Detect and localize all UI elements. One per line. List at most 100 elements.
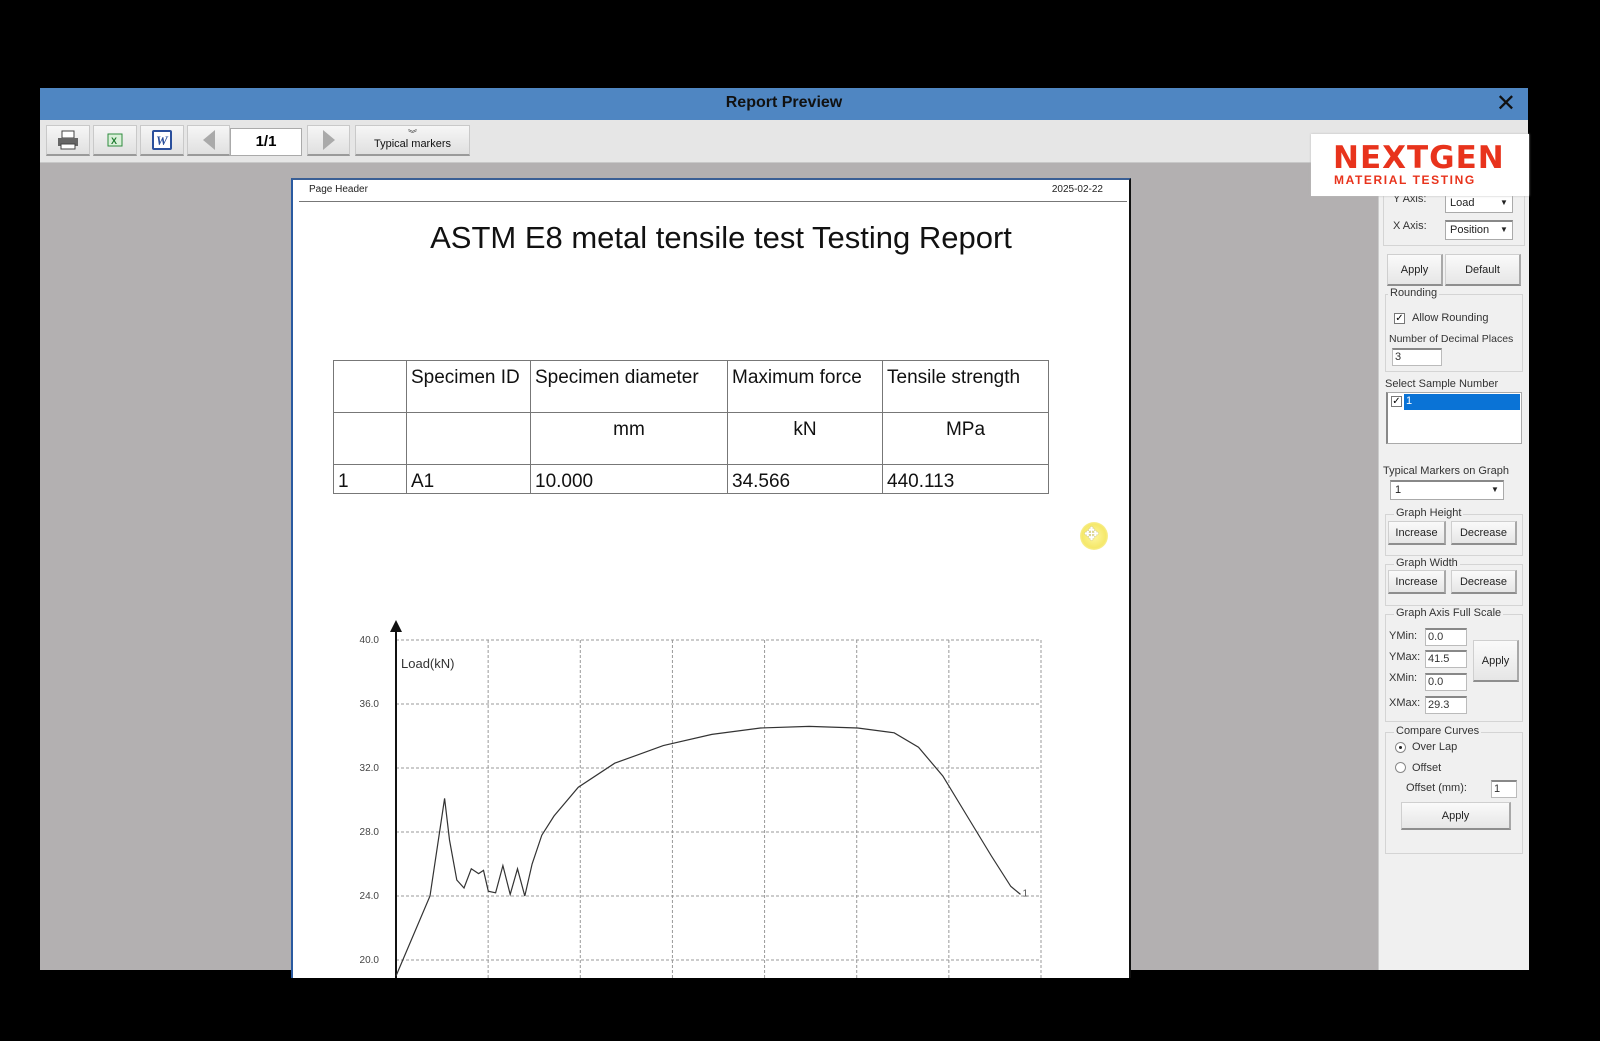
- typical-markers-graph-label: Typical Markers on Graph: [1383, 465, 1509, 477]
- page-indicator[interactable]: 1/1: [230, 128, 302, 156]
- ymax-label: YMax:: [1389, 651, 1421, 663]
- y-tick-label: 32.0: [360, 763, 380, 774]
- default-button[interactable]: Default: [1445, 254, 1521, 286]
- prev-page-icon: [202, 130, 215, 150]
- offset-radio[interactable]: [1395, 762, 1406, 773]
- prev-page-button[interactable]: [187, 125, 230, 156]
- header-divider: [299, 201, 1127, 202]
- load-position-chart: 40.0 36.0 32.0 28.0 24.0 20.0 Load(kN) 1: [360, 620, 1042, 978]
- y-tick-labels: 40.0 36.0 32.0 28.0 24.0 20.0: [360, 635, 380, 966]
- export-excel-button[interactable]: X: [93, 125, 137, 156]
- chevron-down-icon: ▼: [1500, 225, 1508, 234]
- unit-cell: mm: [530, 412, 728, 465]
- typical-markers-button[interactable]: ︾ Typical markers: [355, 125, 470, 156]
- axis-apply-button[interactable]: Apply: [1387, 254, 1443, 286]
- width-increase-button[interactable]: Increase: [1388, 570, 1446, 594]
- svg-text:W: W: [156, 133, 169, 148]
- table-cell: 1: [333, 464, 407, 494]
- x-axis-select[interactable]: Position ▼: [1445, 220, 1513, 240]
- table-row: 1 A1 10.000 34.566 440.113: [333, 464, 1049, 494]
- decimal-places-label: Number of Decimal Places: [1389, 333, 1514, 345]
- y-axis-select[interactable]: Load ▼: [1445, 193, 1513, 213]
- window-title: Report Preview: [725, 94, 843, 111]
- title-bar: Report Preview ✕: [40, 88, 1528, 120]
- y-tick-label: 36.0: [360, 699, 380, 710]
- table-cell: 34.566: [727, 464, 883, 494]
- print-button[interactable]: [46, 125, 90, 156]
- scale-apply-button[interactable]: Apply: [1473, 640, 1519, 682]
- toolbar: X W 1/1 ︾ Typical markers: [40, 120, 1528, 163]
- axis-full-scale-title: Graph Axis Full Scale: [1394, 607, 1504, 619]
- curve-end-label: 1: [1023, 888, 1029, 899]
- next-page-icon: [322, 130, 335, 150]
- x-axis-value: Position: [1450, 224, 1490, 236]
- unit-cell: [406, 412, 531, 465]
- unit-cell: [333, 412, 407, 465]
- y-tick-label: 24.0: [360, 891, 380, 902]
- overlap-radio[interactable]: [1395, 742, 1406, 753]
- decimal-places-input[interactable]: 3: [1392, 348, 1442, 366]
- ymin-label: YMin:: [1389, 630, 1418, 642]
- width-decrease-button[interactable]: Decrease: [1451, 570, 1517, 594]
- excel-icon: X: [107, 133, 123, 147]
- report-title: ASTM E8 metal tensile test Testing Repor…: [430, 220, 1012, 255]
- overlap-label: Over Lap: [1412, 741, 1458, 753]
- header-cell: Tensile strength: [882, 360, 1049, 413]
- x-axis-label: X Axis:: [1393, 220, 1427, 232]
- y-axis-label: Load(kN): [401, 656, 454, 671]
- typical-markers-label: Typical markers: [373, 138, 452, 150]
- logo-tagline: MATERIAL TESTING: [1334, 173, 1476, 187]
- y-axis-value: Load: [1450, 197, 1475, 209]
- allow-rounding-checkbox[interactable]: ✓: [1394, 313, 1405, 324]
- chart-grid: [396, 639, 1042, 978]
- sample-list[interactable]: 1 ✓: [1386, 392, 1522, 444]
- table-cell: A1: [406, 464, 531, 494]
- sample-item-label: 1: [1406, 395, 1413, 407]
- height-decrease-button[interactable]: Decrease: [1451, 521, 1517, 545]
- table-cell: 10.000: [530, 464, 728, 494]
- header-cell: [333, 360, 407, 413]
- close-icon[interactable]: ✕: [1496, 91, 1516, 117]
- unit-cell: kN: [727, 412, 883, 465]
- y-axis-arrow-icon: [390, 620, 402, 632]
- y-tick-label: 20.0: [360, 955, 380, 966]
- ymin-input[interactable]: 0.0: [1425, 628, 1467, 646]
- sample-checkbox[interactable]: ✓: [1391, 396, 1402, 407]
- svg-text:X: X: [111, 136, 117, 146]
- graph-width-title: Graph Width: [1394, 557, 1460, 569]
- xmax-label: XMax:: [1389, 697, 1421, 709]
- export-word-button[interactable]: W: [140, 125, 184, 156]
- xmin-input[interactable]: 0.0: [1425, 673, 1467, 691]
- table-cell: 440.113: [882, 464, 1049, 494]
- nextgen-logo: NEXTGEN MATERIAL TESTING: [1311, 134, 1529, 196]
- y-tick-label: 28.0: [360, 827, 380, 838]
- word-icon: W: [152, 130, 172, 150]
- offset-label: Offset: [1412, 762, 1442, 774]
- select-sample-label: Select Sample Number: [1385, 378, 1499, 390]
- chevron-down-icon: ▼: [1500, 198, 1508, 207]
- logo-wordmark: NEXTGEN: [1333, 140, 1505, 176]
- results-table: Specimen ID Specimen diameter Maximum fo…: [333, 360, 1049, 494]
- y-tick-label: 40.0: [360, 635, 380, 646]
- xmax-input[interactable]: 29.3: [1425, 696, 1467, 714]
- height-increase-button[interactable]: Increase: [1388, 521, 1446, 545]
- page-header-date: 2025-02-22: [1051, 184, 1103, 195]
- ymax-input[interactable]: 41.5: [1425, 650, 1467, 668]
- next-page-button[interactable]: [307, 125, 350, 156]
- curve-series-1: [395, 725, 1021, 977]
- graph-height-title: Graph Height: [1394, 507, 1464, 519]
- table-header-row: Specimen ID Specimen diameter Maximum fo…: [333, 360, 1049, 413]
- compare-curves-title: Compare Curves: [1394, 725, 1482, 737]
- offset-mm-input[interactable]: 1: [1491, 780, 1517, 798]
- graph-settings-panel: Y Axis: Load ▼ X Axis: Position ▼ Apply …: [1378, 184, 1529, 970]
- typical-markers-select[interactable]: 1 ▼: [1390, 480, 1504, 500]
- page-header-label: Page Header: [309, 184, 368, 195]
- move-cursor-icon: ✥: [1080, 522, 1108, 550]
- unit-cell: MPa: [882, 412, 1049, 465]
- table-units-row: mm kN MPa: [333, 412, 1049, 465]
- sample-item-selected[interactable]: 1: [1404, 394, 1520, 410]
- header-cell: Specimen ID: [406, 360, 531, 413]
- compare-apply-button[interactable]: Apply: [1401, 802, 1511, 830]
- chevron-down-icon: ︾: [407, 129, 417, 139]
- header-cell: Maximum force: [727, 360, 883, 413]
